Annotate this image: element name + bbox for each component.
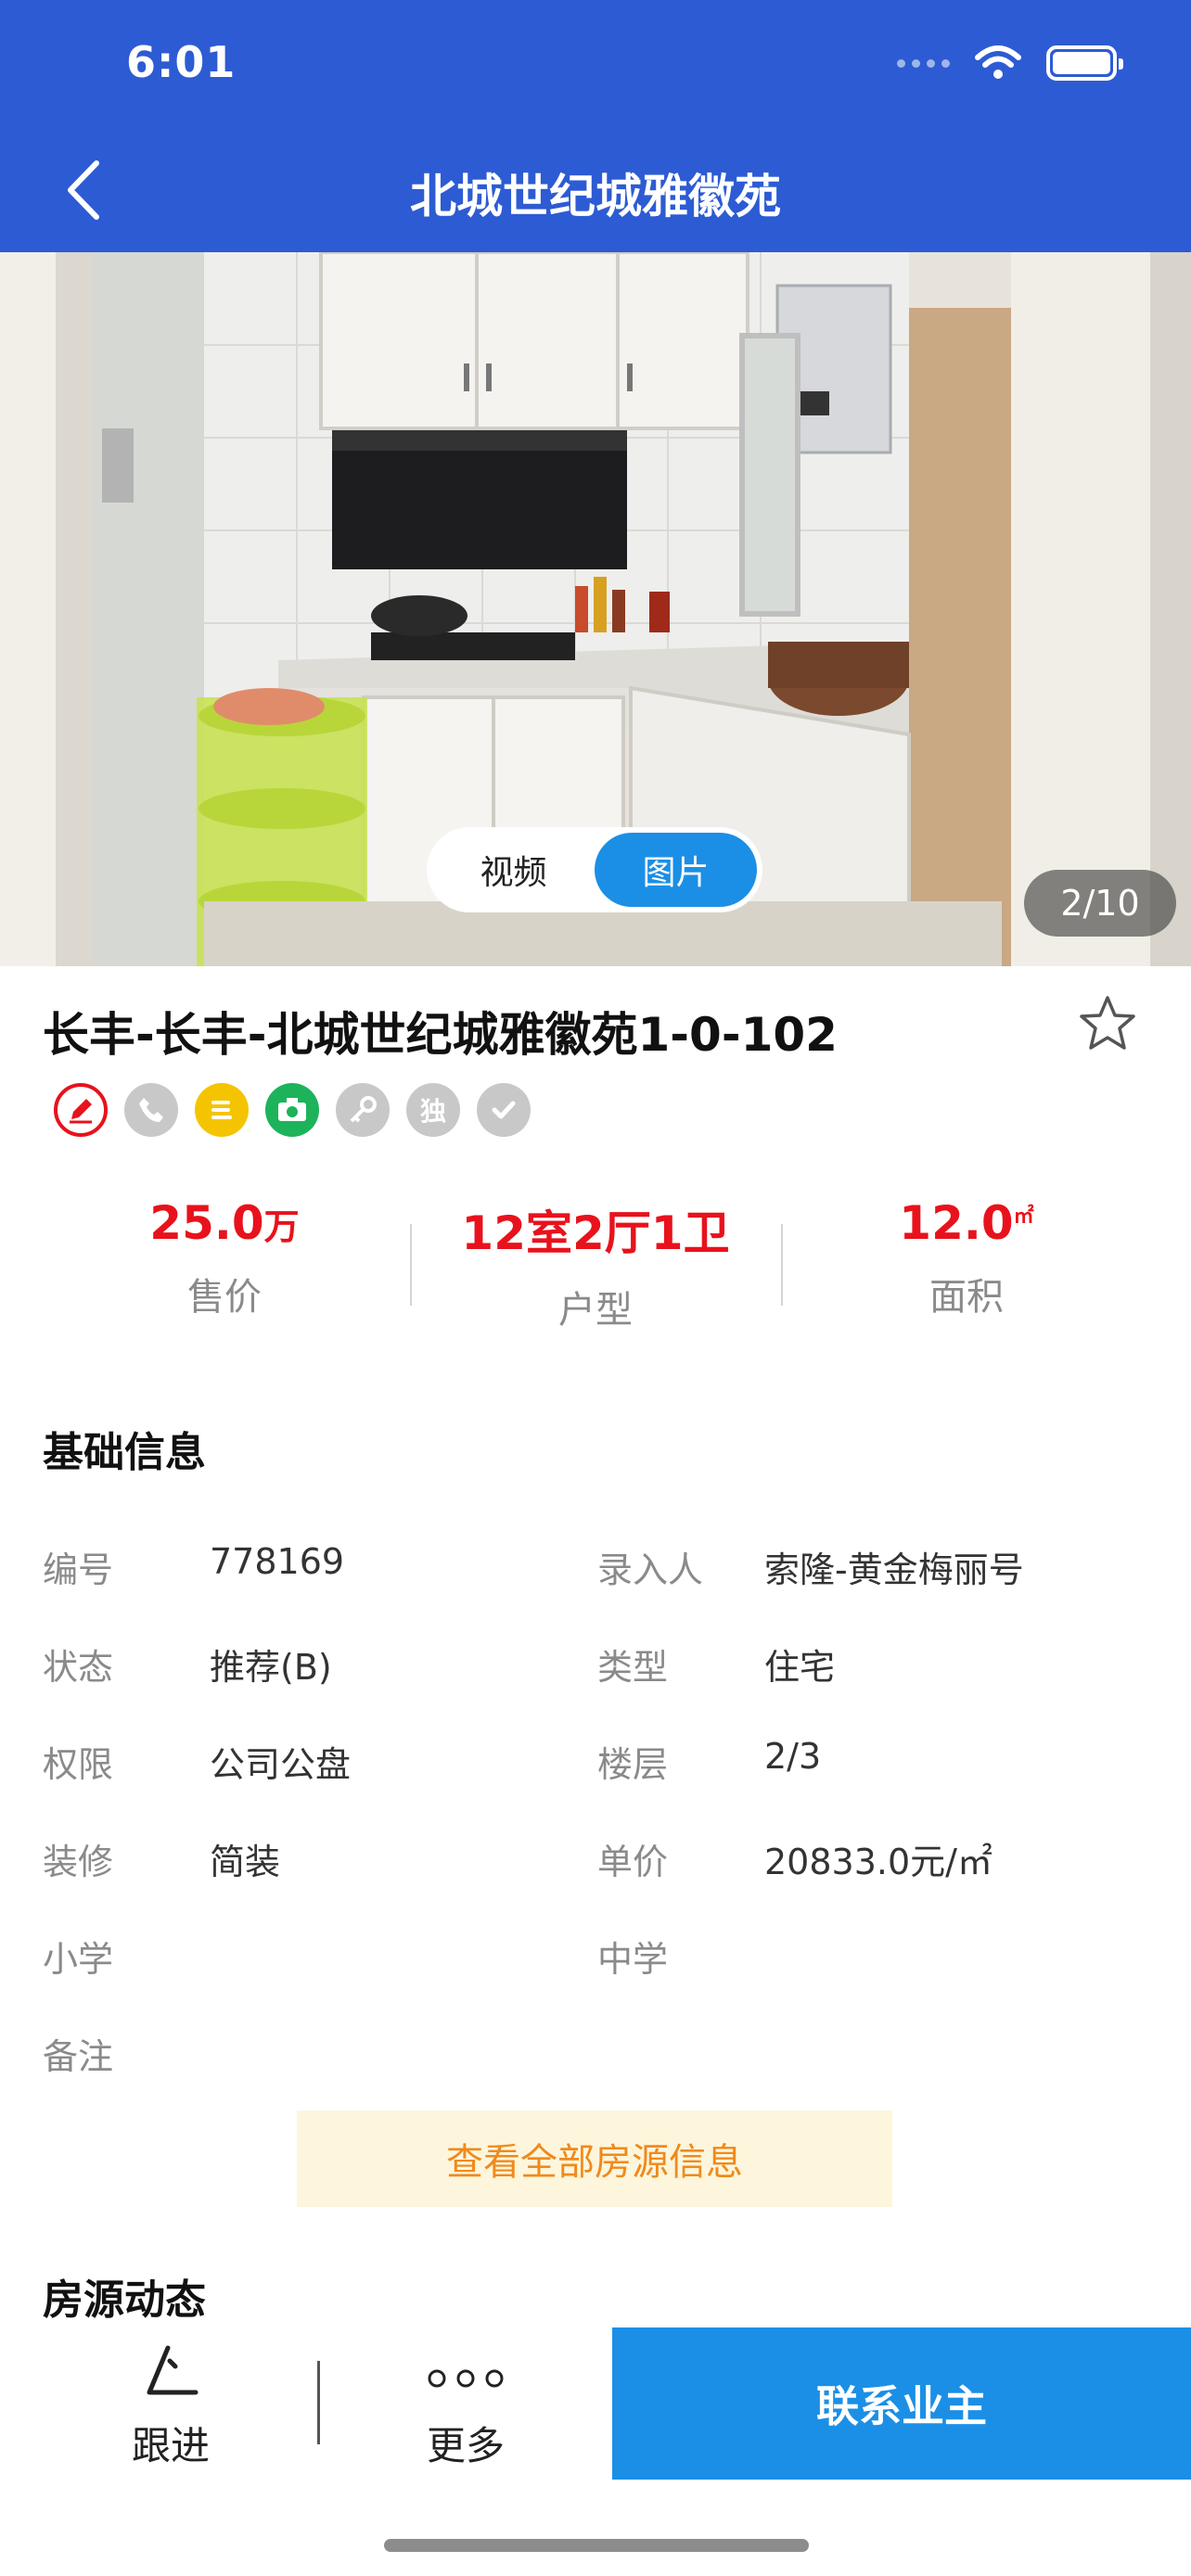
bottom-divider: [317, 2361, 320, 2444]
price-label: 售价: [187, 1276, 262, 1319]
area-label: 面积: [929, 1276, 1004, 1319]
price-stat: 25.0万 售价: [48, 1196, 401, 1320]
photo-tab[interactable]: 图片: [595, 833, 757, 907]
follow-up-label: 跟进: [131, 2423, 210, 2468]
contact-owner-button[interactable]: 联系业主: [612, 2327, 1191, 2480]
exclusive-icon: 独: [406, 1083, 460, 1137]
property-photo[interactable]: 视频 图片 2/10: [0, 252, 1191, 966]
more-button[interactable]: 更多: [345, 2327, 586, 2480]
listing-tag-icons: 独: [54, 1083, 531, 1137]
dynamics-title: 房源动态: [43, 2276, 206, 2324]
battery-icon: [1046, 45, 1123, 81]
follow-up-icon: [147, 2345, 198, 2395]
stat-divider: [781, 1224, 783, 1306]
phone-icon: [124, 1083, 178, 1137]
view-all-info-button[interactable]: 查看全部房源信息: [297, 2111, 892, 2207]
area-value: 12.0: [899, 1196, 1014, 1250]
home-indicator[interactable]: [384, 2539, 809, 2552]
video-tab[interactable]: 视频: [432, 833, 595, 907]
basic-info-title: 基础信息: [43, 1429, 206, 1476]
stat-divider: [410, 1224, 412, 1306]
header-bar: 6:01 北城世纪城雅徽苑: [0, 0, 1191, 252]
follow-up-button[interactable]: 跟进: [50, 2327, 291, 2480]
photo-counter: 2/10: [1024, 870, 1176, 937]
more-dots-icon: [428, 2369, 504, 2388]
area-unit: ㎡: [1013, 1205, 1034, 1229]
layout-label: 户型: [558, 1289, 633, 1332]
page-title: 北城世纪城雅徽苑: [410, 170, 781, 223]
more-label: 更多: [426, 2423, 505, 2468]
favorite-star-button[interactable]: [1076, 992, 1139, 1055]
status-indicators: [897, 45, 1123, 82]
cash-icon: [195, 1083, 249, 1137]
price-value: 25.0: [149, 1196, 264, 1250]
listing-title: 长丰-长丰-北城世纪城雅徽苑1-0-102: [43, 1008, 838, 1062]
layout-value: 12室2厅1卫: [461, 1206, 730, 1260]
bottom-action-bar: 跟进 更多 联系业主: [0, 2327, 1191, 2480]
price-unit: 万: [263, 1206, 300, 1247]
layout-stat: 12室2厅1卫 户型: [419, 1196, 772, 1333]
cellular-signal-icon: [897, 58, 950, 68]
media-type-toggle: 视频 图片: [427, 827, 762, 912]
status-time: 6:01: [126, 37, 237, 87]
camera-icon: [265, 1083, 319, 1137]
edit-icon: [54, 1083, 108, 1137]
check-icon: [477, 1083, 531, 1137]
area-stat: 12.0㎡ 面积: [790, 1196, 1143, 1320]
wifi-icon: [975, 45, 1021, 79]
key-icon: [336, 1083, 390, 1137]
key-stats: 25.0万 售价 12室2厅1卫 户型 12.0㎡ 面积: [0, 1196, 1191, 1354]
